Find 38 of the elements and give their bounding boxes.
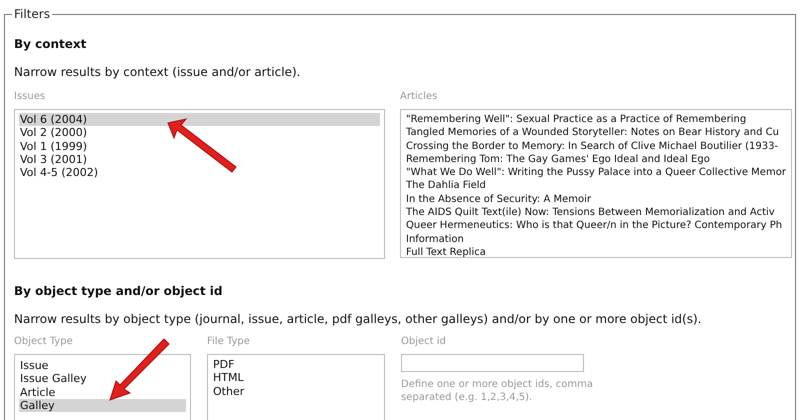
section-description: Narrow results by object type (journal, issue, article, pdf galleys, other galleys) and/or by one or more object id(s). — [14, 312, 702, 326]
list-option[interactable]: The AIDS Quilt Text(ile) Now: Tensions Between Memorialization and Activ — [405, 206, 787, 220]
list-option[interactable]: Full Text Replica — [405, 246, 787, 260]
field-label: Object Type — [14, 336, 74, 347]
list-box[interactable]: PDF HTML Other — [207, 354, 385, 420]
list-option[interactable]: Galley — [19, 398, 186, 412]
field-label: File Type — [207, 336, 251, 347]
section-description: Narrow results by context (issue and/or article). — [14, 65, 302, 79]
section-heading: By context — [14, 37, 88, 51]
list-option[interactable]: PDF — [212, 358, 380, 372]
list-option[interactable]: Article — [19, 386, 186, 399]
list-option[interactable]: Issue — [19, 359, 186, 372]
list-option[interactable]: Vol 1 (1999) — [19, 140, 380, 153]
field-label: Articles — [400, 91, 438, 102]
list-box[interactable] — [400, 109, 792, 258]
list-option[interactable]: Vol 3 (2001) — [19, 152, 380, 166]
list-option[interactable]: Remembering Tom: The Gay Games' Ego Ideal and Ideal Ego — [405, 152, 787, 166]
field-label: Object id — [401, 336, 447, 347]
list-option[interactable]: Other — [212, 384, 380, 398]
list-option[interactable]: Issue Galley — [19, 372, 186, 386]
list-option[interactable]: Vol 6 (2004) — [19, 113, 380, 126]
list-option[interactable]: "Remembering Well": Sexual Practice as a Practice of Remembering — [405, 113, 787, 126]
fieldset-legend: Filters — [12, 7, 52, 21]
field-label: Issues — [14, 91, 46, 102]
list-option[interactable]: Vol 4-5 (2002) — [19, 166, 380, 180]
list-box[interactable]: Vol 6 (2004) Vol 2 (2000) Vol 1 (1999) Vol 3 (2001) Vol 4-5 (2002) — [14, 109, 385, 259]
list-option[interactable]: Queer Hermeneutics: Who is that Queer/n in the Picture? Contemporary Ph — [405, 219, 787, 233]
list-option[interactable]: Vol 2 (2000) — [19, 126, 380, 140]
help-text: Define one or more object ids, comma separated (e.g. 1,2,3,4,5). — [401, 378, 594, 404]
object-id-field[interactable] — [401, 354, 584, 372]
section-heading: By object type and/or object id — [14, 284, 224, 298]
list-option[interactable]: The Dahlia Field — [405, 179, 787, 193]
list-option[interactable]: Information — [405, 232, 787, 246]
list-option[interactable]: In the Absence of Security: A Memoir — [405, 192, 787, 206]
list-option[interactable]: Crossing the Border to Memory: In Search of Clive Michael Boutilier (1933- — [405, 140, 787, 153]
list-option[interactable]: "What We Do Well": Writing the Pussy Palace into a Queer Collective Memor — [405, 166, 787, 180]
list-option[interactable]: HTML — [212, 371, 380, 385]
list-option[interactable]: Tangled Memories of a Wounded Storyteller: Notes on Bear History and Cu — [405, 126, 787, 140]
